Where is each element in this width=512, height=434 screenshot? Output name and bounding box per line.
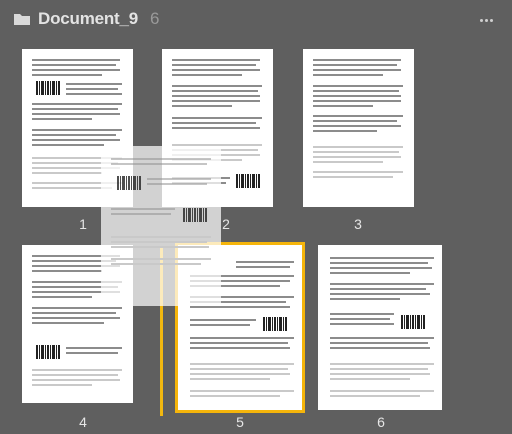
document-header: Document_9 6 (0, 0, 512, 40)
barcode-icon (236, 174, 260, 188)
document-title: Document_9 (38, 9, 139, 28)
dragged-page-ghost[interactable] (101, 146, 221, 306)
barcode-icon (263, 317, 287, 331)
more-options-icon[interactable] (480, 19, 496, 23)
page-thumbnail-3[interactable] (303, 49, 414, 207)
page-count: 6 (150, 9, 160, 28)
page-text-block (32, 59, 120, 61)
page-number: 4 (79, 414, 87, 430)
page-number: 3 (354, 216, 362, 232)
barcode-icon (401, 315, 425, 329)
page-number: 6 (377, 414, 385, 430)
barcode-icon (36, 345, 60, 359)
folder-icon (14, 14, 30, 25)
page-number: 1 (79, 216, 87, 232)
barcode-icon (36, 81, 60, 95)
barcode-icon (117, 176, 141, 190)
barcode-icon (183, 208, 207, 222)
page-number: 5 (236, 414, 244, 430)
page-thumbnail-6[interactable] (318, 245, 442, 410)
